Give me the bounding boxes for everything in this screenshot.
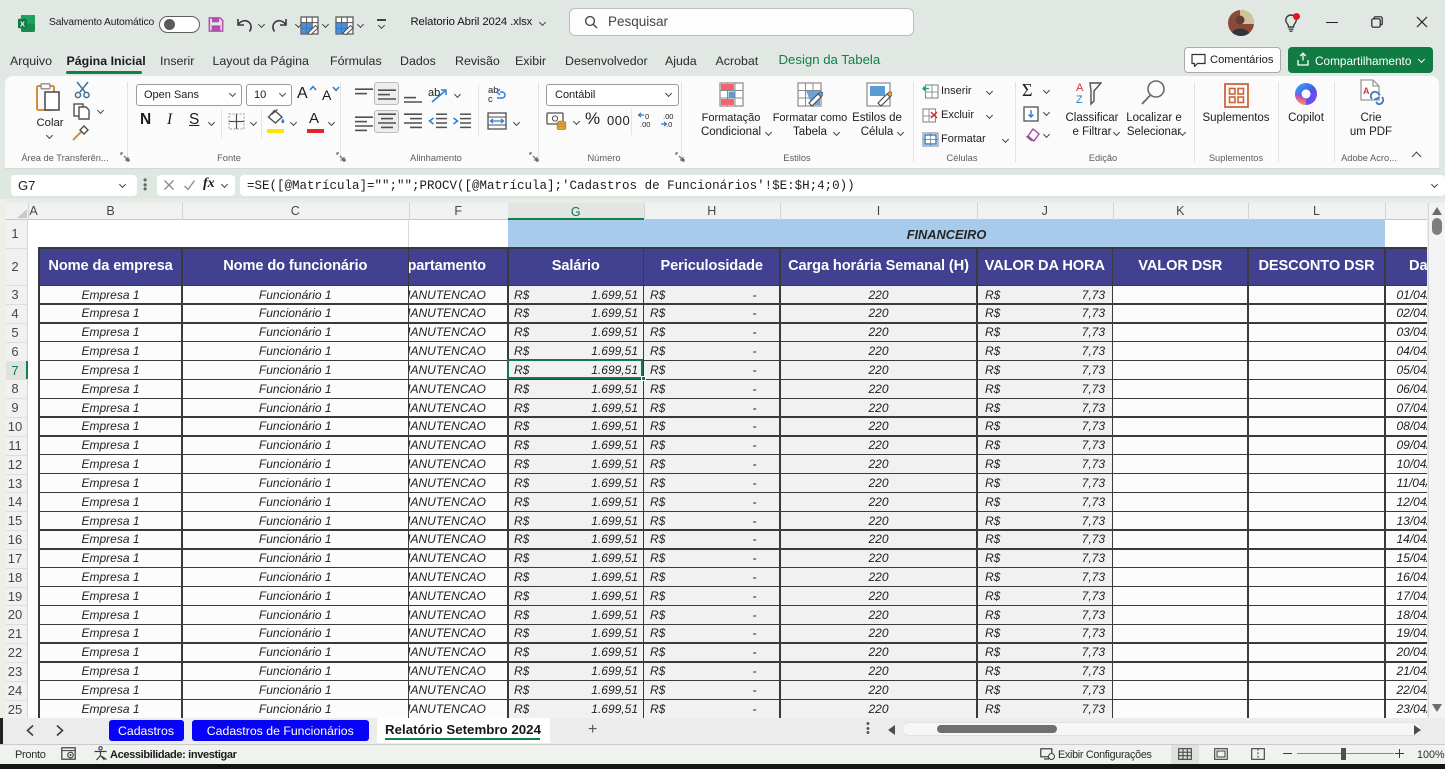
svg-text:A: A: [1076, 82, 1084, 94]
svg-text:X: X: [19, 19, 24, 28]
svg-text:A: A: [1363, 86, 1370, 96]
svg-text:.00: .00: [640, 120, 650, 128]
svg-text:c: c: [488, 94, 493, 104]
svg-text:Z: Z: [1076, 94, 1083, 106]
